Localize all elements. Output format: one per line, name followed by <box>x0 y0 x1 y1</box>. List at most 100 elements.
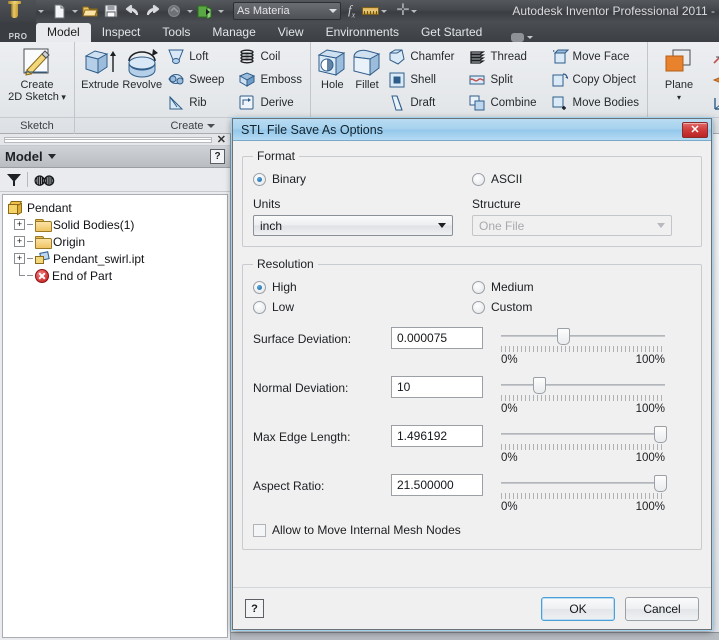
point-button[interactable] <box>710 69 719 91</box>
tab-view[interactable]: View <box>267 23 315 42</box>
thread-button[interactable]: Thread <box>466 46 540 68</box>
update-dropdown-icon[interactable] <box>185 1 194 21</box>
slider-thumb[interactable] <box>532 377 546 394</box>
radio-low[interactable]: Low <box>253 297 472 317</box>
move-face-label: Move Face <box>572 51 630 63</box>
new-file-dropdown-icon[interactable] <box>70 1 79 21</box>
copy-object-button[interactable]: Copy Object <box>549 69 643 91</box>
axis-button[interactable] <box>710 46 719 68</box>
slider-thumb[interactable] <box>654 475 668 492</box>
ok-button[interactable]: OK <box>541 596 615 621</box>
open-file-icon[interactable] <box>80 1 100 21</box>
aspect-ratio-input[interactable]: 21.500000 <box>391 474 483 496</box>
redo-icon[interactable] <box>143 1 163 21</box>
chevron-down-icon[interactable] <box>48 154 56 159</box>
fx-icon[interactable]: fx <box>348 2 355 20</box>
binoculars-icon[interactable]: ◍◍ <box>34 172 55 188</box>
surface-deviation-slider[interactable]: 0% 100% <box>501 327 665 366</box>
undo-icon[interactable] <box>122 1 142 21</box>
rib-button[interactable]: Rib <box>165 92 228 114</box>
coil-button[interactable]: Coil <box>236 46 306 68</box>
loft-button[interactable]: Loft <box>165 46 228 68</box>
filter-icon[interactable] <box>7 173 21 186</box>
combine-button[interactable]: Combine <box>466 92 540 114</box>
radio-high[interactable]: High <box>253 277 472 297</box>
radio-ascii[interactable]: ASCII <box>472 169 691 189</box>
tree-item-end-of-part[interactable]: End of Part <box>6 264 224 284</box>
radio-dot-icon <box>253 280 266 294</box>
browser-drag-handle[interactable]: ✕ <box>0 134 230 146</box>
tab-manage[interactable]: Manage <box>201 23 266 42</box>
move-bodies-button[interactable]: Move Bodies <box>549 92 643 114</box>
close-icon[interactable]: ✕ <box>682 121 708 138</box>
browser-help-icon[interactable]: ? <box>210 149 225 164</box>
slider-thumb[interactable] <box>654 426 668 443</box>
create-2d-sketch-button[interactable]: Create 2D Sketch ▾ <box>4 45 70 103</box>
revolve-button[interactable]: Revolve <box>121 45 163 91</box>
hole-button[interactable]: Hole <box>315 45 350 91</box>
allow-move-internal-mesh-nodes-row[interactable]: Allow to Move Internal Mesh Nodes <box>253 523 691 537</box>
return-dropdown-icon[interactable] <box>216 1 225 21</box>
return-icon[interactable] <box>195 1 215 21</box>
tree-item-pendant[interactable]: Pendant <box>6 199 224 216</box>
update-icon[interactable] <box>164 1 184 21</box>
tab-inspect[interactable]: Inspect <box>91 23 152 42</box>
derive-button[interactable]: Derive <box>236 92 306 114</box>
slider-thumb[interactable] <box>557 328 571 345</box>
fillet-button[interactable]: Fillet <box>350 45 385 91</box>
max-edge-length-slider[interactable]: 0% 100% <box>501 425 668 464</box>
emboss-button[interactable]: Emboss <box>236 69 306 91</box>
slider-track[interactable] <box>501 425 668 443</box>
expander-icon[interactable]: + <box>14 236 25 247</box>
surface-deviation-input[interactable]: 0.000075 <box>391 327 483 349</box>
shell-button[interactable]: Shell <box>386 69 458 91</box>
move-face-button[interactable]: Move Face <box>549 46 643 68</box>
new-file-icon[interactable] <box>49 1 69 21</box>
tab-model[interactable]: Model <box>36 23 91 42</box>
extrude-button[interactable]: Extrude <box>79 45 121 91</box>
plane-button[interactable]: Plane ▾ <box>652 45 706 104</box>
tree-item-pendant-swirl[interactable]: + Pendant_swirl.ipt <box>6 250 224 267</box>
help-icon[interactable]: ? <box>245 599 264 618</box>
tree-item-origin[interactable]: + Origin <box>6 233 224 250</box>
normal-deviation-input[interactable]: 10 <box>391 376 483 398</box>
slider-track[interactable] <box>501 474 668 492</box>
tab-get-started[interactable]: Get Started <box>410 23 493 42</box>
tree-item-solid-bodies[interactable]: + Solid Bodies(1) <box>6 216 224 233</box>
draft-button[interactable]: Draft <box>386 92 458 114</box>
material-combo[interactable]: As Materia <box>233 2 341 20</box>
ribbon-minimize-control[interactable] <box>511 33 533 42</box>
tab-environments[interactable]: Environments <box>315 23 410 42</box>
ucs-button[interactable] <box>710 92 719 114</box>
tab-tools[interactable]: Tools <box>151 23 201 42</box>
radio-custom[interactable]: Custom <box>472 297 691 317</box>
plus-icon[interactable]: ✛ <box>396 3 409 19</box>
expander-icon[interactable]: + <box>14 219 25 230</box>
chamfer-button[interactable]: Chamfer <box>386 46 458 68</box>
dialog-title-bar[interactable]: STL File Save As Options ✕ <box>233 119 711 141</box>
units-combo[interactable]: inch <box>253 215 453 236</box>
expander-icon[interactable]: + <box>14 253 25 264</box>
slider-track[interactable] <box>501 327 665 345</box>
model-tree[interactable]: Pendant + Solid Bodies(1) + Origin + Pen… <box>2 194 228 638</box>
radio-medium[interactable]: Medium <box>472 277 691 297</box>
browser-close-icon[interactable]: ✕ <box>217 133 226 146</box>
dropdown-marker-icon[interactable]: ▾ <box>59 92 66 102</box>
normal-deviation-slider[interactable]: 0% 100% <box>501 376 665 415</box>
plane-dropdown-icon[interactable]: ▾ <box>677 93 681 102</box>
ruler-dropdown-icon[interactable] <box>379 1 388 21</box>
slider-track[interactable] <box>501 376 665 394</box>
cancel-button[interactable]: Cancel <box>625 596 699 621</box>
plus-dropdown-icon[interactable] <box>410 1 419 21</box>
checkbox-icon[interactable] <box>253 523 266 537</box>
slider-ticks <box>501 395 665 401</box>
radio-dot-icon <box>472 300 485 314</box>
aspect-ratio-slider[interactable]: 0% 100% <box>501 474 668 513</box>
radio-binary[interactable]: Binary <box>253 169 472 189</box>
max-edge-length-input[interactable]: 1.496192 <box>391 425 483 447</box>
quick-access-dropdown-icon[interactable] <box>36 1 45 21</box>
split-button[interactable]: Split <box>466 69 540 91</box>
ruler-icon[interactable] <box>362 7 380 15</box>
sweep-button[interactable]: Sweep <box>165 69 228 91</box>
save-file-icon[interactable] <box>101 1 121 21</box>
